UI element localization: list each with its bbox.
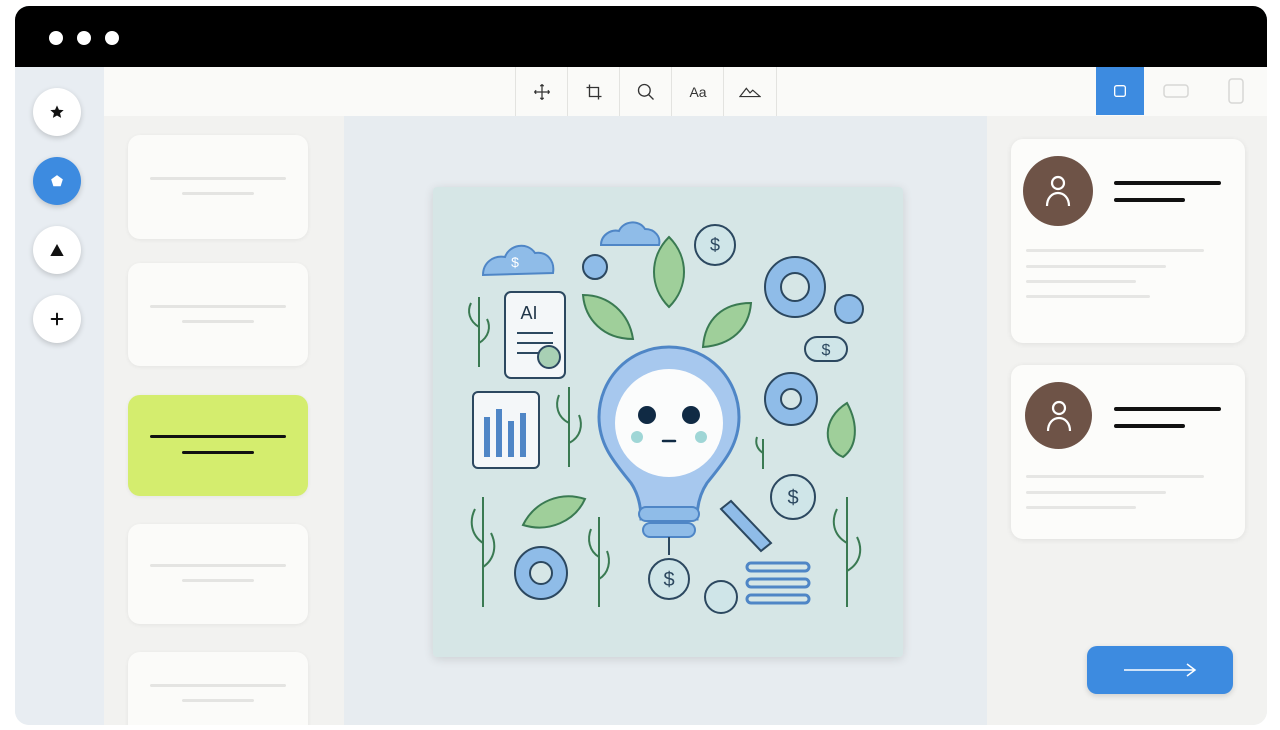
placeholder-line [1026, 280, 1136, 283]
tool-rail [15, 67, 104, 725]
rail-plus-button[interactable] [33, 295, 81, 343]
placeholder-line [1026, 265, 1166, 268]
bar-chart-icon [472, 391, 540, 469]
top-toolbar: Aa [104, 67, 1267, 117]
placeholder-line [182, 320, 254, 323]
move-tool[interactable] [515, 67, 568, 116]
zoom-tool[interactable] [619, 67, 672, 116]
view-portrait-button[interactable] [1212, 67, 1260, 115]
name-line [1114, 181, 1221, 185]
cloud-dollar: $ [511, 254, 519, 270]
placeholder-line [1026, 506, 1136, 509]
zoom-icon [637, 83, 654, 100]
slide-card-selected[interactable] [128, 395, 308, 496]
placeholder-line [150, 564, 286, 567]
avatar [1025, 382, 1092, 449]
placeholder-line [150, 684, 286, 687]
placeholder-line [150, 177, 286, 180]
text-tool[interactable]: Aa [671, 67, 724, 116]
mountain-icon [739, 86, 761, 97]
slides-panel [104, 116, 344, 725]
title-bar [15, 6, 1267, 67]
shape-tool[interactable] [723, 67, 777, 116]
crop-icon [586, 84, 602, 99]
slide-card[interactable] [128, 263, 308, 366]
document-icon: AI [504, 291, 566, 379]
user-icon [1046, 400, 1071, 431]
view-landscape-icon [1163, 84, 1189, 98]
document-ai-label: AI [520, 303, 537, 323]
placeholder-line [182, 699, 254, 702]
profile-card[interactable] [1011, 365, 1245, 539]
placeholder-line [182, 579, 254, 582]
profile-card[interactable] [1011, 139, 1245, 343]
user-icon [1045, 175, 1071, 207]
arrow-right-icon [1124, 663, 1197, 677]
triangle-icon [50, 244, 64, 256]
placeholder-line [1026, 491, 1166, 494]
slide-card[interactable] [128, 524, 308, 624]
slide-card[interactable] [128, 652, 308, 725]
title-line [1114, 424, 1185, 428]
placeholder-line [150, 305, 286, 308]
coin-dollar: $ [787, 487, 798, 509]
crop-tool[interactable] [567, 67, 620, 116]
name-line [1114, 407, 1221, 411]
coin-dollar: $ [822, 342, 831, 359]
next-button[interactable] [1087, 646, 1233, 694]
rail-pentagon-button[interactable] [33, 157, 81, 205]
slide-card[interactable] [128, 135, 308, 239]
placeholder-line [182, 451, 254, 454]
view-landscape-button[interactable] [1152, 67, 1200, 115]
rail-triangle-button[interactable] [33, 226, 81, 274]
view-square-button[interactable] [1096, 67, 1144, 115]
placeholder-line [1026, 295, 1150, 298]
view-portrait-icon [1228, 78, 1244, 104]
canvas-image[interactable]: $ AI $ $ $ $ [433, 187, 903, 657]
move-icon [534, 83, 550, 100]
title-line [1114, 198, 1185, 202]
app-window: Aa $ AI $ $ $ $ [15, 6, 1267, 725]
text-tool-label: Aa [689, 83, 707, 100]
window-dot-1[interactable] [49, 31, 63, 45]
placeholder-line [150, 435, 286, 438]
placeholder-line [1026, 475, 1204, 478]
window-dot-3[interactable] [105, 31, 119, 45]
pentagon-icon [51, 175, 63, 187]
plus-icon [50, 312, 64, 326]
star-icon [50, 105, 64, 118]
placeholder-line [1026, 249, 1204, 252]
ai-lightbulb-illustration: $ AI $ $ $ $ [433, 187, 903, 657]
coin-dollar: $ [710, 235, 720, 255]
window-dot-2[interactable] [77, 31, 91, 45]
view-square-icon [1114, 85, 1126, 97]
rail-star-button[interactable] [33, 88, 81, 136]
canvas-area: $ AI $ $ $ $ [344, 116, 987, 725]
avatar [1023, 156, 1093, 226]
placeholder-line [182, 192, 254, 195]
coin-dollar: $ [663, 569, 674, 591]
profile-panel [987, 116, 1267, 725]
